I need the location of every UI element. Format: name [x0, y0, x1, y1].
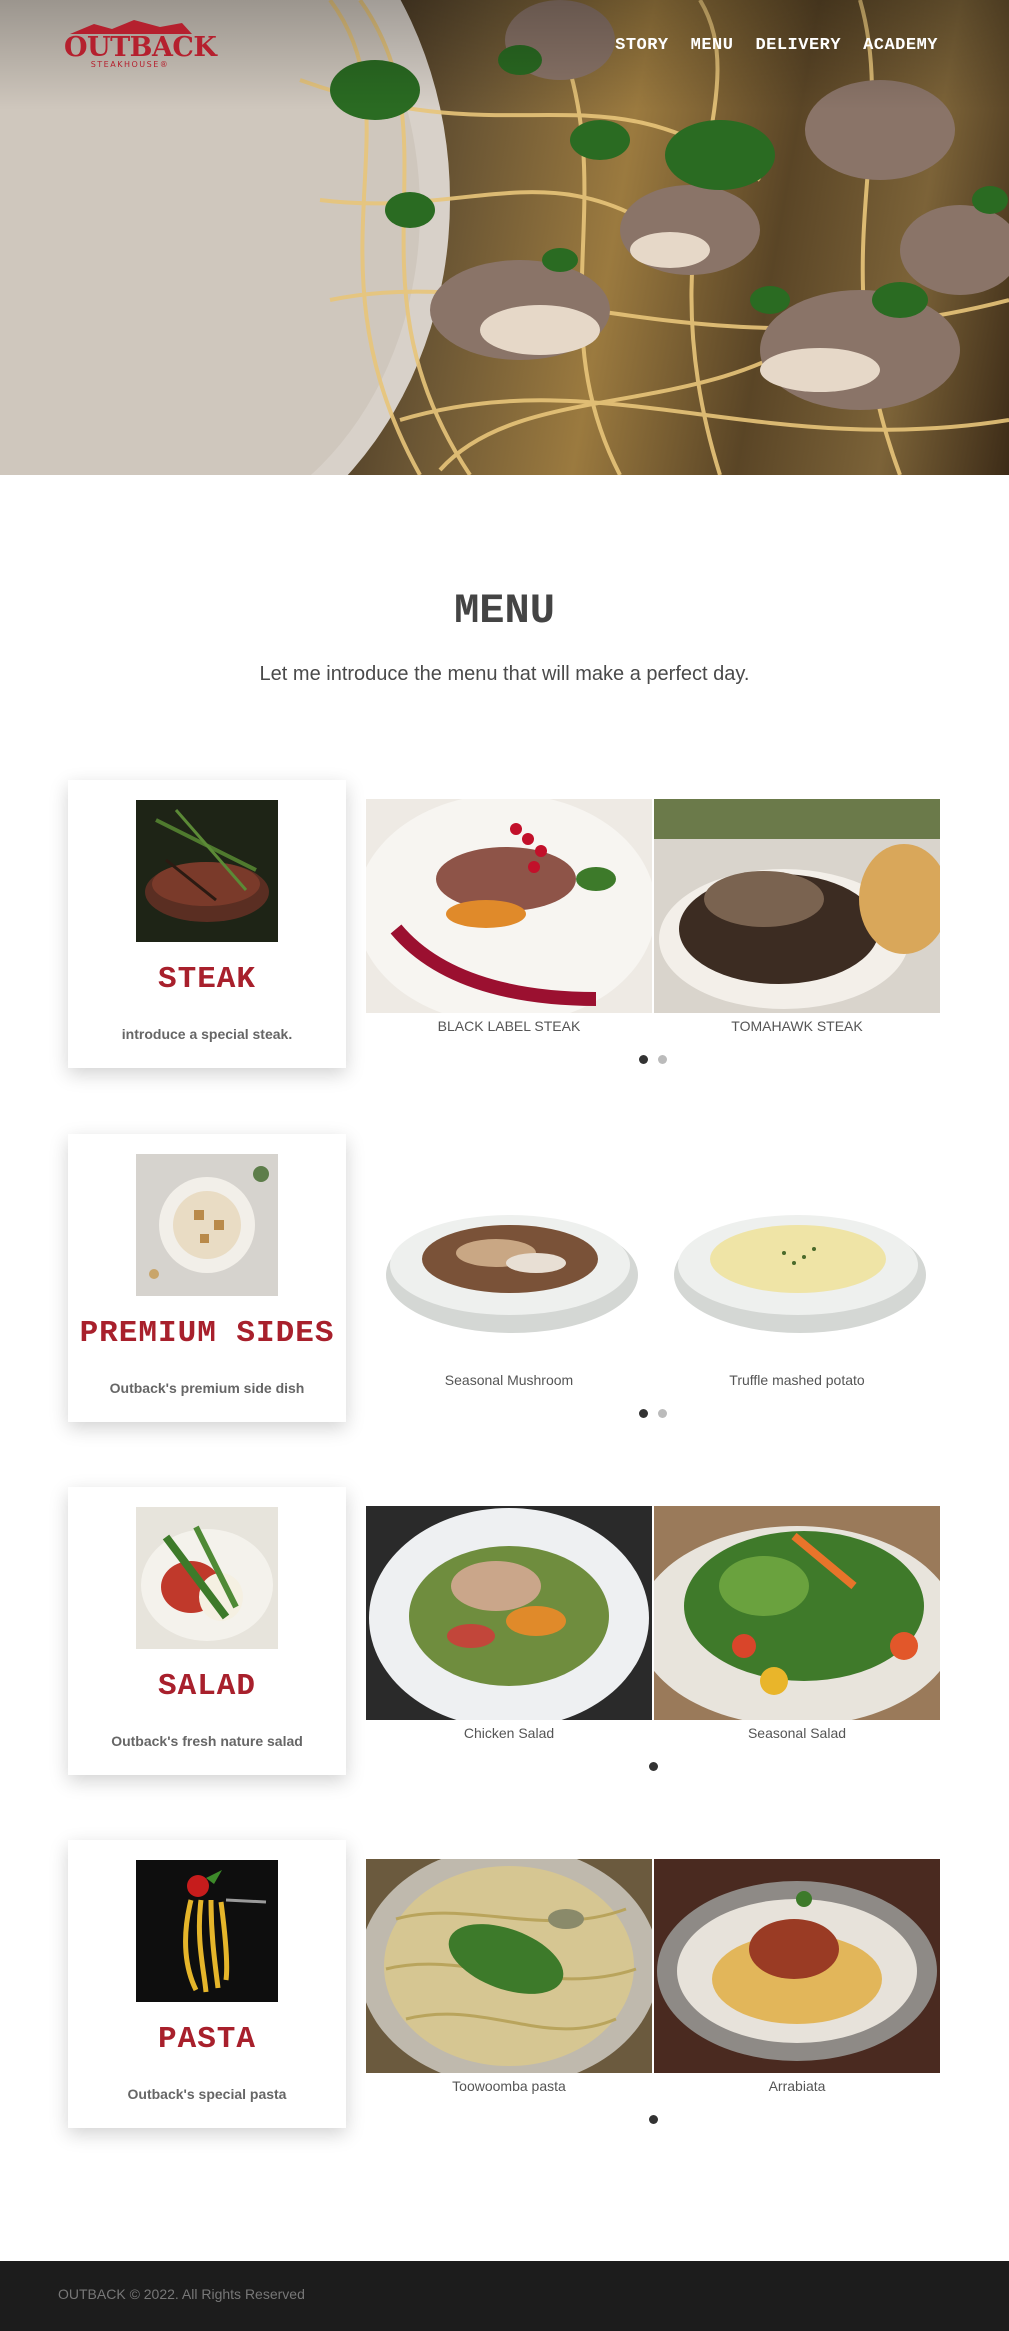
nav-delivery-link[interactable]: DELIVERY: [755, 36, 841, 55]
menu-item-label: TOMAHAWK STEAK: [731, 1018, 863, 1034]
carousel-pagination: [366, 1051, 940, 1064]
pagination-dot[interactable]: [658, 1409, 667, 1418]
pagination-dot-active[interactable]: [648, 2115, 658, 2124]
item-carousel: BLACK LABEL STEAK TOMAHAWK STEAK: [366, 799, 940, 1064]
nav-story-link[interactable]: STORY: [615, 36, 669, 55]
arrabiata-image: [654, 1859, 940, 2073]
nav-menu-link[interactable]: MENU: [691, 36, 734, 55]
seasonal-salad-image: [654, 1506, 940, 1720]
category-description: Outback's fresh nature salad: [111, 1733, 303, 1749]
menu-item-tomahawk-steak[interactable]: TOMAHAWK STEAK: [654, 799, 940, 1039]
carousel-pagination: [366, 1405, 940, 1418]
pagination-dot-active[interactable]: [639, 1055, 648, 1064]
menu-item-label: BLACK LABEL STEAK: [437, 1018, 581, 1034]
menu-item-label: Truffle mashed potato: [729, 1372, 865, 1388]
pagination-dot-active[interactable]: [648, 1762, 658, 1771]
menu-item-label: Seasonal Mushroom: [444, 1372, 574, 1388]
menu-item-label: Arrabiata: [768, 2078, 826, 2094]
category-title: PASTA: [157, 2022, 256, 2057]
category-card-steak[interactable]: STEAK introduce a special steak.: [68, 780, 346, 1068]
category-title: SALAD: [157, 1669, 256, 1704]
tomahawk-steak-image: [654, 799, 940, 1013]
menu-item-toowoomba-pasta[interactable]: Toowoomba pasta: [366, 1859, 652, 2099]
menu-item-seasonal-mushroom[interactable]: Seasonal Mushroom: [366, 1153, 652, 1393]
carousel-pagination: [366, 1758, 940, 1771]
menu-section-pasta: PASTA Outback's special pasta Toowoomba …: [68, 1840, 940, 2130]
menu-item-black-label-steak[interactable]: BLACK LABEL STEAK: [366, 799, 652, 1039]
sides-thumbnail: [136, 1154, 278, 1296]
category-description: Outback's special pasta: [127, 2086, 287, 2102]
truffle-mashed-potato-image: [654, 1153, 940, 1367]
black-label-steak-image: [366, 799, 652, 1013]
logo-wordmark: OUTBACK: [64, 32, 217, 63]
salad-thumbnail: [136, 1507, 278, 1649]
category-card-salad[interactable]: SALAD Outback's fresh nature salad: [68, 1487, 346, 1775]
menu-item-chicken-salad[interactable]: Chicken Salad: [366, 1506, 652, 1746]
category-card-premium-sides[interactable]: PREMIUM SIDES Outback's premium side dis…: [68, 1134, 346, 1422]
menu-section-salad: SALAD Outback's fresh nature salad Chick…: [68, 1487, 940, 1777]
pagination-dot-active[interactable]: [639, 1409, 648, 1418]
main-nav: STORY MENU DELIVERY ACADEMY: [593, 36, 938, 55]
seasonal-mushroom-image: [366, 1153, 652, 1367]
item-carousel: Chicken Salad Seasonal Salad: [366, 1506, 940, 1771]
item-carousel: Seasonal Mushroom Truffle mashed potato: [366, 1153, 940, 1418]
hero-banner: OUTBACK STEAKHOUSE® STORY MENU DELIVERY …: [0, 0, 1009, 475]
menu-item-truffle-mashed-potato[interactable]: Truffle mashed potato: [654, 1153, 940, 1393]
category-title: STEAK: [157, 962, 256, 997]
pagination-dot[interactable]: [658, 1055, 667, 1064]
category-description: Outback's premium side dish: [109, 1380, 305, 1396]
menu-item-label: Toowoomba pasta: [452, 2078, 566, 2094]
site-footer: OUTBACK © 2022. All Rights Reserved: [0, 2261, 1009, 2331]
pasta-thumbnail: [136, 1860, 278, 2002]
toowoomba-pasta-image: [366, 1859, 652, 2073]
chicken-salad-image: [366, 1506, 652, 1720]
brand-logo[interactable]: OUTBACK STEAKHOUSE®: [64, 20, 217, 72]
category-title: PREMIUM SIDES: [79, 1316, 335, 1351]
menu-section-premium-sides: PREMIUM SIDES Outback's premium side dis…: [68, 1134, 940, 1424]
category-description: introduce a special steak.: [121, 1026, 293, 1042]
steak-thumbnail: [136, 800, 278, 942]
nav-academy-link[interactable]: ACADEMY: [863, 36, 938, 55]
copyright-text: OUTBACK © 2022. All Rights Reserved: [58, 2286, 305, 2302]
menu-item-arrabiata[interactable]: Arrabiata: [654, 1859, 940, 2099]
menu-section-steak: STEAK introduce a special steak. BLACK L…: [68, 780, 940, 1070]
menu-subheading: Let me introduce the menu that will make…: [259, 663, 750, 685]
menu-item-label: Chicken Salad: [463, 1725, 555, 1741]
logo-subtitle: STEAKHOUSE®: [90, 60, 170, 69]
menu-heading: MENU: [454, 587, 555, 635]
carousel-pagination: [366, 2111, 940, 2124]
menu-item-seasonal-salad[interactable]: Seasonal Salad: [654, 1506, 940, 1746]
category-card-pasta[interactable]: PASTA Outback's special pasta: [68, 1840, 346, 2128]
menu-item-label: Seasonal Salad: [747, 1725, 847, 1741]
item-carousel: Toowoomba pasta Arrabiata: [366, 1859, 940, 2124]
